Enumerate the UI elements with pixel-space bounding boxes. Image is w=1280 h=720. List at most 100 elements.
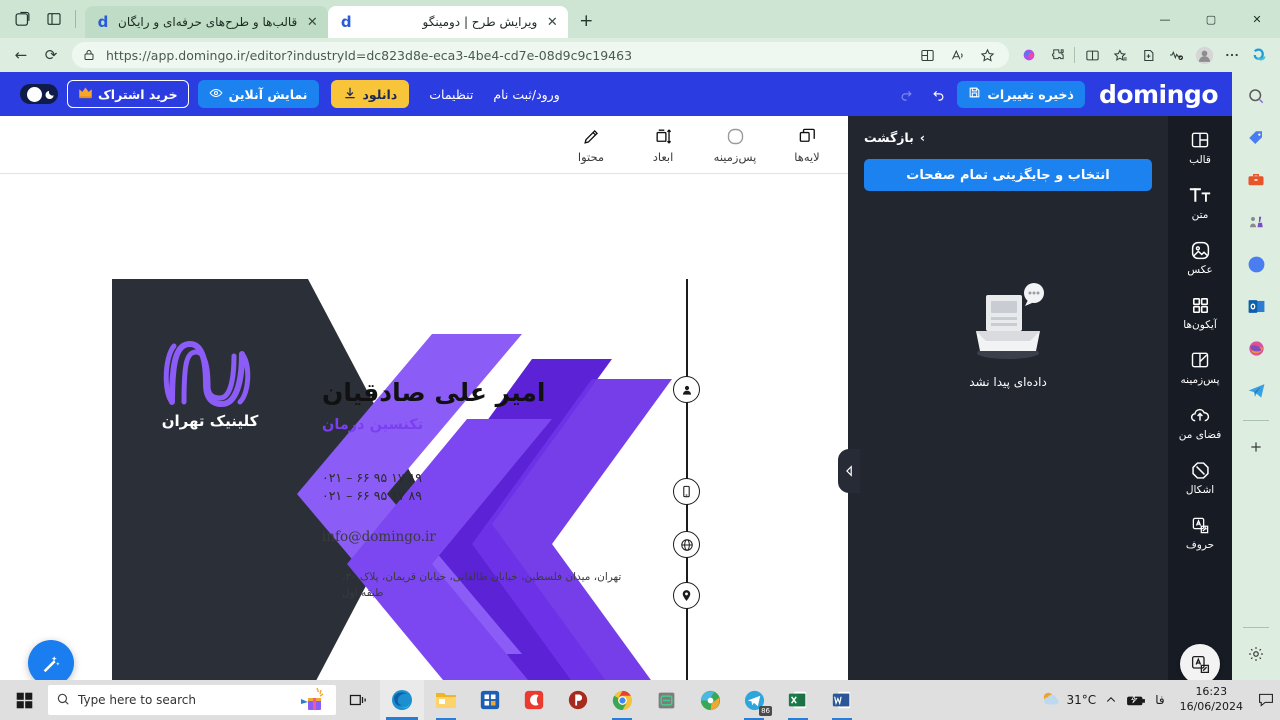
windows-start-icon[interactable] <box>0 680 48 720</box>
url-text: https://app.domingo.ir/editor?industryId… <box>106 47 633 63</box>
taskbar-app-edge[interactable] <box>380 680 424 720</box>
taskbar-search-box[interactable]: Type here to search <box>48 685 336 715</box>
new-tab-button[interactable]: + <box>572 7 600 35</box>
tool-content[interactable]: محتوا <box>564 126 618 164</box>
taskbar-app-excel[interactable] <box>776 680 820 720</box>
download-button[interactable]: دانلود <box>330 80 410 108</box>
lock-icon <box>80 42 98 68</box>
rail-item-shapes[interactable]: اشکال <box>1168 458 1232 496</box>
letters-floating-button[interactable] <box>1180 644 1220 680</box>
theme-toggle[interactable] <box>20 84 58 104</box>
microsoft365-icon[interactable] <box>1240 248 1272 280</box>
designer-icon[interactable] <box>1240 332 1272 364</box>
badge-person <box>673 376 700 403</box>
address-bar[interactable]: https://app.domingo.ir/editor?industryId… <box>72 42 1009 68</box>
action-center-icon[interactable] <box>1258 692 1274 708</box>
card-phone-2: ۰۲۱ – ۶۶ ۹۵ ۱۷ ۸۹ <box>322 488 422 504</box>
back-button[interactable]: ← <box>6 41 36 69</box>
save-changes-button[interactable]: ذخیره تغییرات <box>957 80 1085 108</box>
rail-item-template[interactable]: قالب <box>1168 128 1232 166</box>
rail-item-text[interactable]: متن <box>1168 183 1232 221</box>
window-minimize-button[interactable]: — <box>1142 0 1188 38</box>
extensions-icon[interactable] <box>1043 42 1071 68</box>
tray-clock[interactable]: 16:23 16/06/2024 <box>1174 685 1249 715</box>
taskbar-app-notepad[interactable] <box>644 680 688 720</box>
panel-back-button[interactable]: بازگشت › <box>864 130 1152 145</box>
search-icon[interactable] <box>1240 80 1272 112</box>
rail-item-icons[interactable]: آیکون‌ها <box>1168 293 1232 331</box>
card-address[interactable]: تهران، میدان فلسطین، خیابان طالقانی، خیا… <box>342 569 622 602</box>
add-to-collections-icon[interactable] <box>1134 42 1162 68</box>
window-maximize-button[interactable]: ▢ <box>1188 0 1234 38</box>
tool-background[interactable]: پس‌زمینه <box>708 126 762 164</box>
tab-close-icon[interactable]: ✕ <box>304 14 320 30</box>
taskbar-app-potplayer[interactable] <box>556 680 600 720</box>
read-aloud-icon[interactable] <box>943 42 971 68</box>
battery-charging-icon[interactable] <box>1126 693 1146 707</box>
editor-canvas[interactable]: کلینیک تهران امیر علی صادقیان تکنسین درم… <box>0 174 848 680</box>
rail-item-background[interactable]: پس‌زمینه <box>1168 348 1232 386</box>
show-hidden-icons[interactable] <box>1105 694 1117 706</box>
account-login-link[interactable]: ورود/ثبت نام <box>493 87 559 102</box>
shopping-icon[interactable] <box>1240 122 1272 154</box>
online-preview-button[interactable]: نمایش آنلاین <box>197 80 319 108</box>
panel-collapse-handle[interactable] <box>838 449 860 493</box>
reload-button[interactable]: ⟳ <box>36 41 66 69</box>
task-view-icon[interactable] <box>336 680 380 720</box>
games-icon[interactable] <box>1240 206 1272 238</box>
browser-tab-0[interactable]: d قالب‌ها و طرح‌های حرفه‌ای و رایگان ✕ <box>85 6 329 38</box>
redo-button[interactable] <box>893 81 919 107</box>
workspaces-icon[interactable] <box>8 5 36 33</box>
taskbar-app-file-explorer[interactable] <box>424 680 468 720</box>
rail-label-image: عکس <box>1187 264 1213 276</box>
settings-gear-icon[interactable] <box>1240 638 1272 670</box>
browser-essentials-icon[interactable] <box>1162 42 1190 68</box>
language-indicator[interactable]: فا <box>1155 693 1164 707</box>
tool-dimensions[interactable]: ابعاد <box>636 126 690 164</box>
tab-actions-icon[interactable] <box>40 5 68 33</box>
card-phone-numbers[interactable]: ۰۲۱ – ۶۶ ۹۵ ۱۷ ۸۹ ۰۲۱ – ۶۶ ۹۵ ۱۷ ۸۹ <box>322 469 622 505</box>
rail-item-myspace[interactable]: فضای من <box>1168 403 1232 441</box>
chevron-decoration-lower <box>347 419 552 680</box>
tray-weather[interactable]: 31°C <box>1041 690 1096 711</box>
card-person-name[interactable]: امیر علی صادقیان <box>322 378 622 407</box>
browser-tab-1[interactable]: d ویرایش طرح | دومینگو ✕ <box>328 6 569 38</box>
clinic-name-text[interactable]: کلینیک تهران <box>150 412 270 430</box>
rail-item-image[interactable]: عکس <box>1168 238 1232 276</box>
taskbar-app-word[interactable] <box>820 680 864 720</box>
tab-close-icon[interactable]: ✕ <box>544 14 560 30</box>
download-arrow-icon <box>343 86 357 103</box>
tools-icon[interactable] <box>1240 164 1272 196</box>
outlook-icon[interactable] <box>1240 290 1272 322</box>
text-tt-icon <box>1189 183 1211 207</box>
empty-state-label: داده‌ای پیدا نشد <box>969 375 1047 389</box>
rail-item-letters[interactable]: حروف <box>1168 513 1232 551</box>
copilot-brain-icon[interactable] <box>1015 42 1043 68</box>
magic-wand-button[interactable] <box>28 640 74 680</box>
tool-layers[interactable]: لایه‌ها <box>780 126 834 164</box>
undo-button[interactable] <box>925 81 951 107</box>
replace-all-pages-button[interactable]: انتخاب و جایگزینی تمام صفحات <box>864 159 1152 191</box>
telegram-icon[interactable] <box>1240 374 1272 406</box>
taskbar-app-chrome[interactable] <box>600 680 644 720</box>
add-icon[interactable] <box>1240 431 1272 463</box>
domingo-logo[interactable]: domingo <box>1099 80 1219 109</box>
browser-settings-menu-icon[interactable] <box>1218 42 1246 68</box>
copilot-sidebar-icon[interactable] <box>1246 42 1274 68</box>
collections-icon[interactable] <box>1106 42 1134 68</box>
settings-link[interactable]: تنظیمات <box>429 87 473 102</box>
taskbar-app-telegram[interactable]: 86 <box>732 680 776 720</box>
buy-subscription-button[interactable]: خرید اشتراک <box>67 80 189 108</box>
split-screen-icon[interactable] <box>913 42 941 68</box>
card-person-role[interactable]: تکنسین درمان <box>322 417 622 433</box>
split-view-icon[interactable] <box>1078 42 1106 68</box>
taskbar-app-idm[interactable] <box>688 680 732 720</box>
taskbar-app-microsoft-store[interactable] <box>468 680 512 720</box>
favorites-star-icon[interactable] <box>973 42 1001 68</box>
layers-icon <box>798 126 817 148</box>
profile-avatar-icon[interactable] <box>1190 42 1218 68</box>
card-email[interactable]: info@domingo.ir <box>322 529 622 545</box>
window-close-button[interactable]: ✕ <box>1234 0 1280 38</box>
taskbar-app-camtasia[interactable] <box>512 680 556 720</box>
business-card-design[interactable]: کلینیک تهران امیر علی صادقیان تکنسین درم… <box>112 279 737 680</box>
